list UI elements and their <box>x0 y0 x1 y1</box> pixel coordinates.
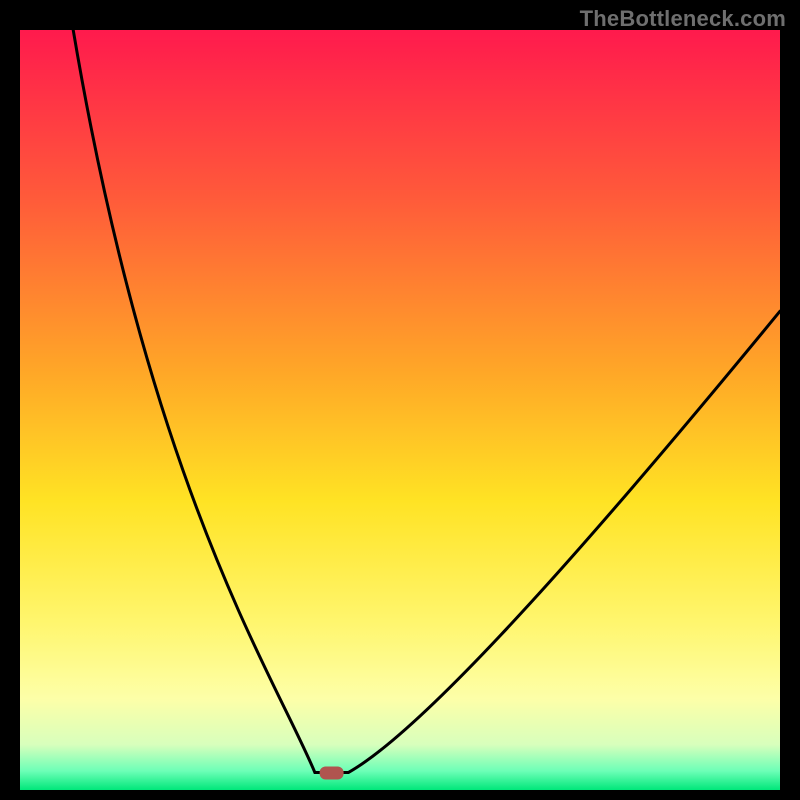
chart-svg <box>0 0 800 800</box>
chart-frame: { "watermark": "TheBottleneck.com", "cha… <box>0 0 800 800</box>
watermark-text: TheBottleneck.com <box>580 6 786 32</box>
plot-background <box>20 30 780 790</box>
optimal-marker <box>320 767 344 780</box>
